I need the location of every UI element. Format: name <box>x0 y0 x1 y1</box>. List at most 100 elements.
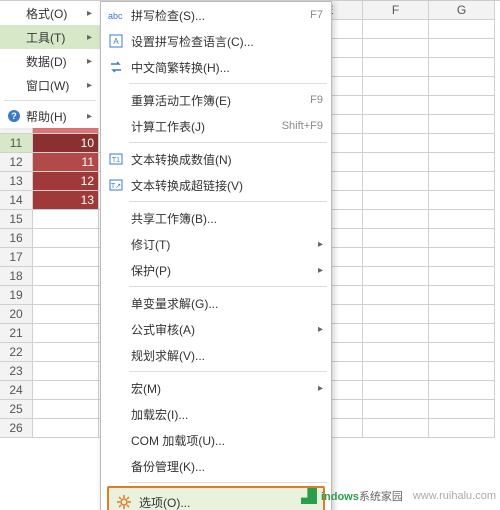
cell[interactable] <box>363 39 429 58</box>
submenu-item[interactable]: A设置拼写检查语言(C)... <box>101 28 331 54</box>
row-header[interactable]: 18 <box>0 267 33 286</box>
cell[interactable] <box>33 362 99 381</box>
cell[interactable] <box>363 153 429 172</box>
col-header-f[interactable]: F <box>363 1 429 20</box>
cell[interactable] <box>429 400 495 419</box>
row-header[interactable]: 16 <box>0 229 33 248</box>
cell[interactable] <box>429 381 495 400</box>
cell[interactable] <box>363 267 429 286</box>
menu-item-窗口[interactable]: 窗口(W)▸ <box>0 73 100 97</box>
cell[interactable] <box>363 419 429 438</box>
cell[interactable] <box>429 96 495 115</box>
cell[interactable] <box>429 153 495 172</box>
cell[interactable] <box>429 229 495 248</box>
cell[interactable] <box>363 20 429 39</box>
cell[interactable] <box>363 229 429 248</box>
cell[interactable] <box>33 267 99 286</box>
submenu-item[interactable]: 备份管理(K)... <box>101 453 331 479</box>
cell[interactable] <box>363 362 429 381</box>
cell[interactable] <box>33 248 99 267</box>
cell[interactable] <box>33 381 99 400</box>
cell[interactable] <box>429 77 495 96</box>
row-header[interactable]: 25 <box>0 400 33 419</box>
row-header[interactable]: 20 <box>0 305 33 324</box>
cell[interactable] <box>429 20 495 39</box>
cell[interactable] <box>429 305 495 324</box>
menu-item-数据[interactable]: 数据(D)▸ <box>0 49 100 73</box>
cell[interactable] <box>363 248 429 267</box>
submenu-item[interactable]: abc拼写检查(S)...F7 <box>101 2 331 28</box>
cell[interactable] <box>363 172 429 191</box>
submenu-item[interactable]: 保护(P)▸ <box>101 257 331 283</box>
cell[interactable] <box>363 191 429 210</box>
submenu-item[interactable]: 宏(M)▸ <box>101 375 331 401</box>
cell[interactable] <box>33 419 99 438</box>
cell[interactable] <box>429 419 495 438</box>
cell[interactable]: 12 <box>33 172 99 191</box>
submenu-item[interactable]: T1文本转换成数值(N) <box>101 146 331 172</box>
cell[interactable] <box>363 343 429 362</box>
cell[interactable] <box>33 210 99 229</box>
submenu-item[interactable]: 选项(O)... <box>107 486 325 510</box>
cell[interactable] <box>429 343 495 362</box>
submenu-item[interactable]: 加载宏(I)... <box>101 401 331 427</box>
cell[interactable] <box>363 77 429 96</box>
submenu-item[interactable]: T↗文本转换成超链接(V) <box>101 172 331 198</box>
row-header[interactable]: 13 <box>0 172 33 191</box>
cell[interactable] <box>429 134 495 153</box>
row-header[interactable]: 11 <box>0 134 33 153</box>
submenu-item[interactable]: 公式审核(A)▸ <box>101 316 331 342</box>
cell[interactable]: 10 <box>33 134 99 153</box>
cell[interactable] <box>363 96 429 115</box>
submenu-item[interactable]: 单变量求解(G)... <box>101 290 331 316</box>
cell[interactable] <box>363 134 429 153</box>
cell[interactable] <box>429 172 495 191</box>
cell[interactable] <box>429 324 495 343</box>
row-header[interactable]: 15 <box>0 210 33 229</box>
cell[interactable] <box>429 210 495 229</box>
row-header[interactable]: 23 <box>0 362 33 381</box>
cell[interactable] <box>429 267 495 286</box>
menu-item-帮助[interactable]: ?帮助(H)▸ <box>0 104 100 128</box>
cell[interactable] <box>363 58 429 77</box>
col-header-g[interactable]: G <box>429 1 495 20</box>
submenu-item[interactable]: 修订(T)▸ <box>101 231 331 257</box>
cell[interactable] <box>363 324 429 343</box>
cell[interactable] <box>33 324 99 343</box>
row-header[interactable]: 14 <box>0 191 33 210</box>
cell[interactable] <box>33 305 99 324</box>
row-header[interactable]: 12 <box>0 153 33 172</box>
row-header[interactable]: 21 <box>0 324 33 343</box>
cell[interactable] <box>363 210 429 229</box>
cell[interactable] <box>33 400 99 419</box>
row-header[interactable]: 17 <box>0 248 33 267</box>
row-header[interactable]: 26 <box>0 419 33 438</box>
cell[interactable] <box>429 115 495 134</box>
cell[interactable] <box>363 115 429 134</box>
cell[interactable] <box>33 286 99 305</box>
cell[interactable] <box>429 191 495 210</box>
cell[interactable] <box>33 343 99 362</box>
cell[interactable]: 11 <box>33 153 99 172</box>
submenu-item[interactable]: 中文简繁转换(H)... <box>101 54 331 80</box>
row-header[interactable]: 19 <box>0 286 33 305</box>
cell[interactable] <box>363 381 429 400</box>
cell[interactable] <box>429 362 495 381</box>
cell[interactable] <box>363 305 429 324</box>
submenu-item[interactable]: 共享工作簿(B)... <box>101 205 331 231</box>
submenu-item[interactable]: 重算活动工作簿(E)F9 <box>101 87 331 113</box>
row-header[interactable]: 24 <box>0 381 33 400</box>
submenu-item[interactable]: COM 加载项(U)... <box>101 427 331 453</box>
row-header[interactable]: 22 <box>0 343 33 362</box>
menu-item-格式[interactable]: 格式(O)▸ <box>0 1 100 25</box>
cell[interactable] <box>429 248 495 267</box>
cell[interactable] <box>429 39 495 58</box>
menu-item-工具[interactable]: 工具(T)▸ <box>0 25 100 49</box>
cell[interactable] <box>429 58 495 77</box>
cell[interactable] <box>429 286 495 305</box>
cell[interactable] <box>363 400 429 419</box>
cell[interactable] <box>33 229 99 248</box>
submenu-item[interactable]: 计算工作表(J)Shift+F9 <box>101 113 331 139</box>
submenu-item[interactable]: 规划求解(V)... <box>101 342 331 368</box>
cell[interactable] <box>363 286 429 305</box>
